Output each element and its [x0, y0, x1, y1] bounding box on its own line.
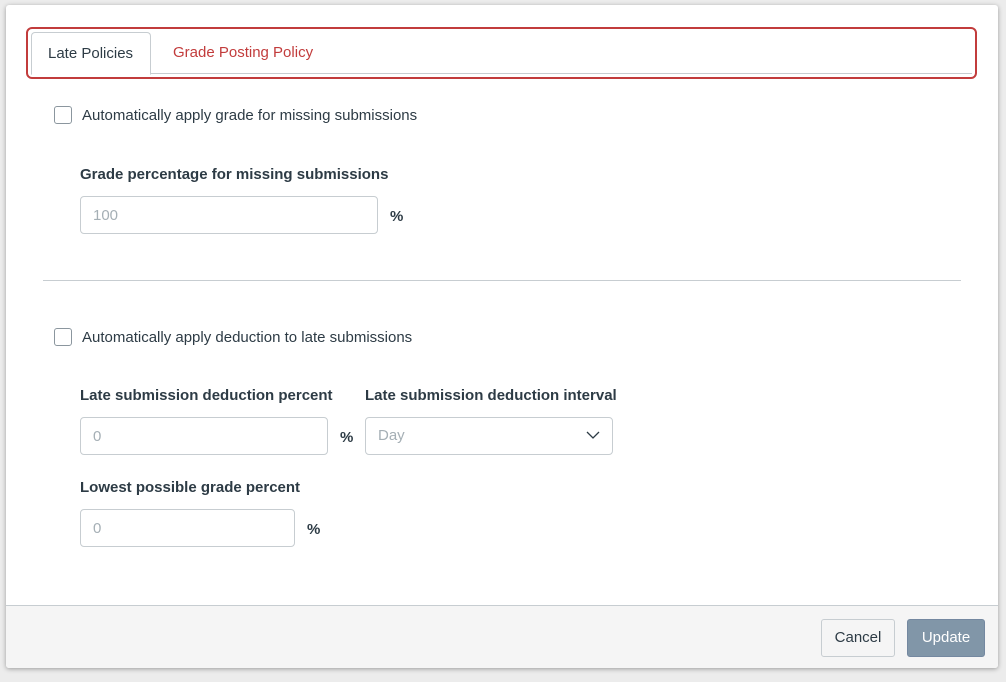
- late-policies-dialog: Late Policies Grade Posting Policy Autom…: [6, 5, 998, 668]
- late-interval-value: Day: [378, 427, 405, 444]
- missing-submissions-option[interactable]: Automatically apply grade for missing su…: [54, 104, 417, 126]
- late-deduction-label: Late submission deduction percent: [80, 387, 333, 404]
- section-divider: [43, 280, 961, 281]
- tab-grade-posting-policy[interactable]: Grade Posting Policy: [157, 32, 329, 74]
- lowest-grade-unit: %: [307, 521, 321, 538]
- chevron-down-icon: [586, 431, 600, 439]
- late-deduction-unit: %: [340, 429, 354, 446]
- dialog-footer: Cancel Update: [6, 605, 998, 668]
- late-submissions-checkbox[interactable]: [54, 328, 72, 346]
- late-submissions-checkbox-label: Automatically apply deduction to late su…: [82, 328, 413, 346]
- tab-list: Late Policies Grade Posting Policy: [26, 27, 977, 79]
- missing-grade-input[interactable]: [80, 196, 378, 234]
- update-button[interactable]: Update: [907, 619, 985, 657]
- missing-grade-unit: %: [390, 208, 404, 225]
- missing-grade-label: Grade percentage for missing submissions: [80, 166, 389, 183]
- late-interval-label: Late submission deduction interval: [365, 387, 617, 404]
- cancel-button[interactable]: Cancel: [821, 619, 895, 657]
- late-deduction-input[interactable]: [80, 417, 328, 455]
- late-submissions-option[interactable]: Automatically apply deduction to late su…: [54, 326, 412, 348]
- late-interval-select[interactable]: Day: [365, 417, 613, 455]
- lowest-grade-label: Lowest possible grade percent: [80, 479, 301, 496]
- lowest-grade-input[interactable]: [80, 509, 295, 547]
- missing-submissions-checkbox[interactable]: [54, 106, 72, 124]
- tab-late-policies[interactable]: Late Policies: [31, 32, 151, 75]
- missing-submissions-checkbox-label: Automatically apply grade for missing su…: [82, 106, 418, 124]
